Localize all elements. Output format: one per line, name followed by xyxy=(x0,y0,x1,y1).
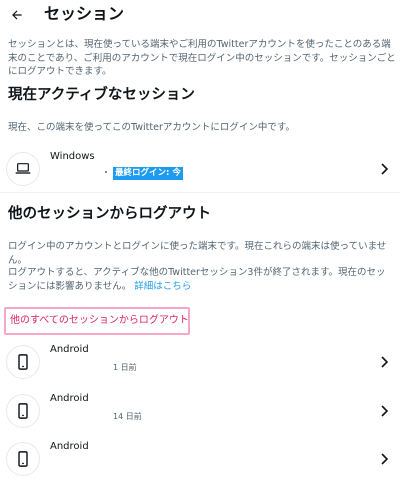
top-bar: セッション xyxy=(0,0,400,30)
logout-others-description: ログイン中のアカウントとログインに使った端末です。現在これらの端末は使っていませ… xyxy=(8,241,387,266)
device-icon-wrapper xyxy=(6,345,40,379)
device-icon-wrapper xyxy=(6,442,40,476)
separator-dot xyxy=(105,171,107,173)
active-sessions-description: 現在、この端末を使ってこのTwitterアカウントにログイン中です。 xyxy=(8,122,295,133)
laptop-icon xyxy=(15,163,31,174)
session-row-current[interactable]: Windows 最終ログイン: 今 xyxy=(0,148,400,194)
chevron-right-icon xyxy=(381,405,389,417)
session-row[interactable]: Android xyxy=(0,438,400,484)
logout-others-heading: 他のセッションからログアウト xyxy=(8,206,211,222)
device-icon-wrapper xyxy=(6,152,40,186)
device-name: Windows xyxy=(50,151,95,162)
logout-others-note-text: ログアウトすると、アクティブな他のTwitterセッション3件が終了されます。現… xyxy=(8,267,386,292)
chevron-right-icon xyxy=(381,453,389,465)
last-active: 1 日前 xyxy=(113,363,137,372)
device-name: Android xyxy=(50,344,89,355)
device-icon-wrapper xyxy=(6,394,40,428)
smartphone-icon xyxy=(18,354,28,370)
smartphone-icon xyxy=(18,451,28,467)
session-row[interactable]: Android 14 日前 xyxy=(0,390,400,436)
logout-all-label: 他のすべてのセッションからログアウト xyxy=(10,315,189,326)
last-active: 14 日前 xyxy=(113,412,142,421)
device-name: Android xyxy=(50,393,89,404)
active-sessions-heading: 現在アクティブなセッション xyxy=(8,87,195,103)
smartphone-icon xyxy=(18,403,28,419)
page-title: セッション xyxy=(44,4,125,23)
session-row[interactable]: Android 1 日前 xyxy=(0,341,400,387)
details-link[interactable]: 詳細はこちら xyxy=(134,281,191,292)
last-login-badge: 最終ログイン: 今 xyxy=(113,167,183,180)
device-name: Android xyxy=(50,441,89,452)
back-button[interactable] xyxy=(6,4,28,26)
logout-all-sessions-button[interactable]: 他のすべてのセッションからログアウト xyxy=(4,307,190,335)
logout-others-note: ログアウトすると、アクティブな他のTwitterセッション3件が終了されます。現… xyxy=(8,266,394,294)
arrow-left-icon xyxy=(12,10,22,20)
section-divider xyxy=(0,192,400,193)
chevron-right-icon xyxy=(381,356,389,368)
intro-text: セッションとは、現在使っている端末やご利用のTwitterアカウントを使ったこと… xyxy=(8,39,396,77)
chevron-right-icon xyxy=(381,163,389,175)
